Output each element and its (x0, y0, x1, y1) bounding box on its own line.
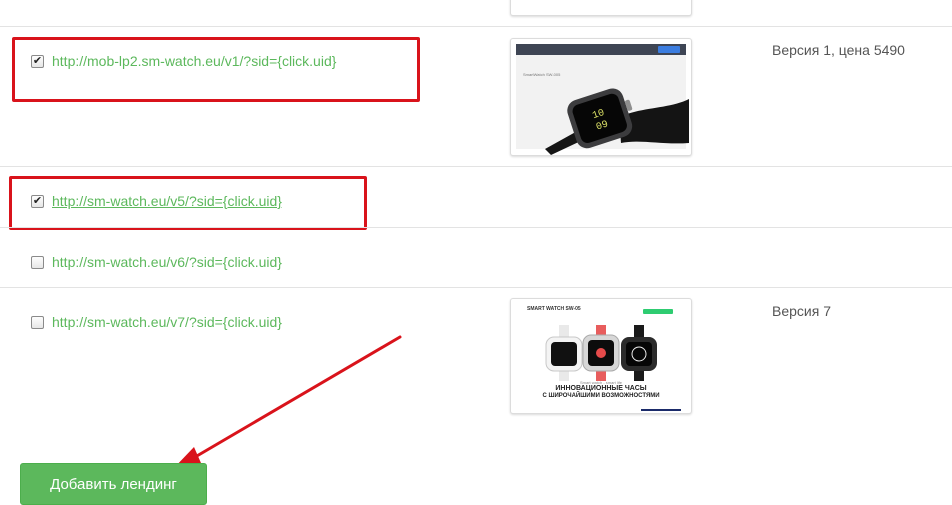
watches-image (545, 325, 657, 381)
row-divider (0, 287, 952, 288)
landing-version-v7: Версия 7 (772, 303, 831, 319)
watch-image: 10 09 (545, 88, 689, 155)
landing-row-v7: http://sm-watch.eu/v7/?sid={click.uid} (31, 314, 282, 330)
landing-row-v6: http://sm-watch.eu/v6/?sid={click.uid} (31, 254, 282, 270)
thumb-v7-headline-1: ИННОВАЦИОННЫЕ ЧАСЫ (555, 385, 647, 392)
landing-thumbnail-v7[interactable]: SMART WATCH SW-05 Smart watch - smart li… (510, 298, 692, 414)
row-divider (0, 227, 952, 228)
thumb-v7-headline-2: С ШИРОЧАЙШИМИ ВОЗМОЖНОСТЯМИ (542, 393, 660, 399)
landing-url-v7[interactable]: http://sm-watch.eu/v7/?sid={click.uid} (52, 314, 282, 330)
add-landing-button[interactable]: Добавить лендинг (20, 463, 207, 505)
thumb-v1-title: SmartWatch SW-005 (523, 72, 561, 77)
landing-version-v1: Версия 1, цена 5490 (772, 42, 905, 58)
row-divider (0, 26, 952, 27)
landing-url-v6[interactable]: http://sm-watch.eu/v6/?sid={click.uid} (52, 254, 282, 270)
landing-checkbox-v6[interactable] (31, 255, 44, 269)
row-divider (0, 166, 952, 167)
landing-thumbnail-previous (510, 0, 692, 16)
highlight-box-v5 (9, 176, 367, 230)
thumb-v7-header-title: SMART WATCH SW-05 (527, 306, 581, 312)
highlight-box-v1 (12, 37, 420, 102)
landing-thumbnail-v1[interactable]: SmartWatch SW-005 10 09 (510, 38, 692, 156)
landing-checkbox-v7[interactable] (31, 315, 44, 329)
